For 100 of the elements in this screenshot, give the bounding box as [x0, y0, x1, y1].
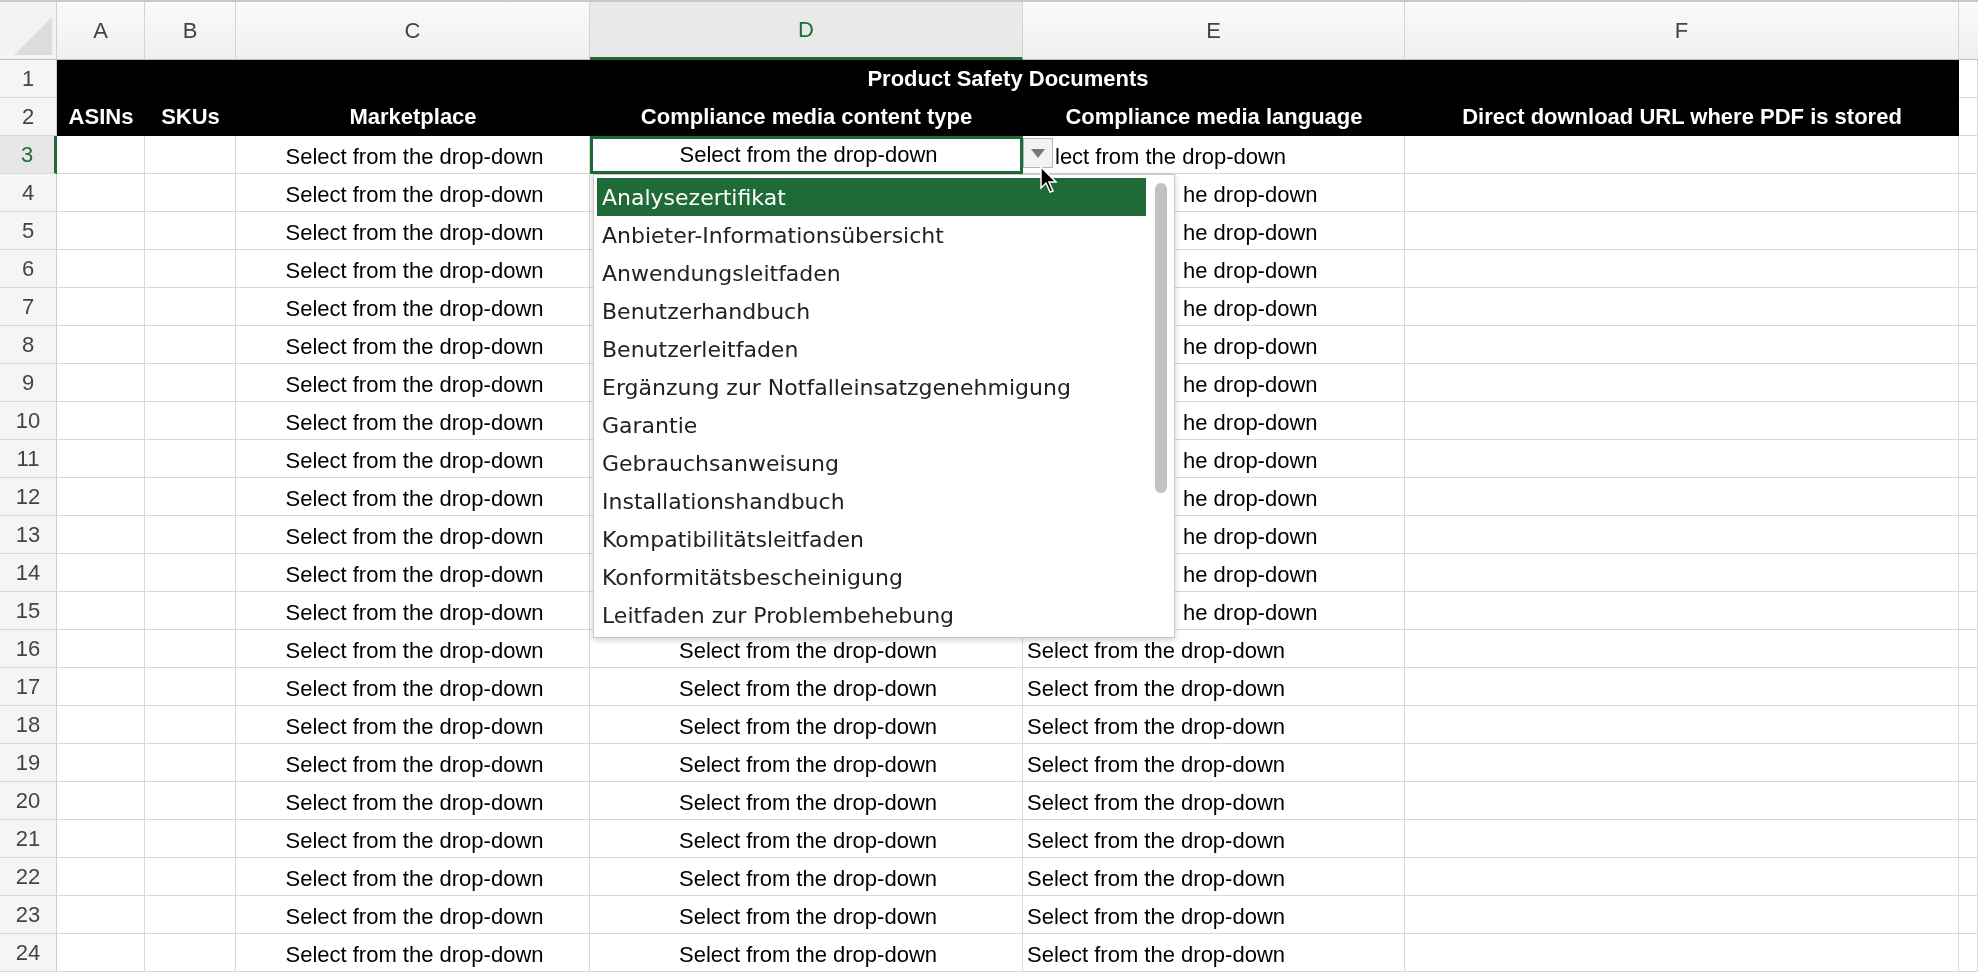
row-header[interactable]: 8: [0, 326, 57, 364]
table-cell: Select from the drop-down: [236, 174, 590, 212]
row-header[interactable]: 22: [0, 858, 57, 896]
column-header[interactable]: B: [145, 2, 236, 60]
table-cell: Select from the drop-down: [236, 288, 590, 326]
table-cell: Select from the drop-down: [590, 782, 1023, 820]
column-header[interactable]: [1959, 2, 1978, 60]
table-cell: [1959, 706, 1978, 744]
table-cell: [1959, 212, 1978, 250]
column-header[interactable]: D: [590, 2, 1023, 60]
table-cell: Select from the drop-down: [236, 782, 590, 820]
table-cell: [1959, 668, 1978, 706]
column-title: ASINs: [57, 98, 145, 136]
caret-icon: [1031, 148, 1045, 158]
table-cell: [1959, 934, 1978, 972]
table-cell: Select from the drop-down: [236, 212, 590, 250]
table-cell: [1959, 554, 1978, 592]
table-cell: [1959, 174, 1978, 212]
table-cell: [1959, 288, 1978, 326]
row-header[interactable]: 6: [0, 250, 57, 288]
scrollbar[interactable]: [1155, 183, 1167, 493]
table-cell: Select from the drop-down: [236, 706, 590, 744]
table-cell: [1959, 858, 1978, 896]
column-header[interactable]: F: [1405, 2, 1959, 60]
table-cell: Select from the drop-down: [236, 326, 590, 364]
table-cell: Select from the drop-down: [590, 934, 1023, 972]
row-header[interactable]: 20: [0, 782, 57, 820]
dropdown-option[interactable]: Analysezertifikat: [597, 178, 1146, 216]
column-title: Direct download URL where PDF is stored: [1405, 98, 1959, 136]
row-header[interactable]: 13: [0, 516, 57, 554]
table-cell: Select from the drop-down: [236, 934, 590, 972]
table-cell: Select from the drop-down: [1023, 820, 1405, 858]
row-header[interactable]: 14: [0, 554, 57, 592]
row-header[interactable]: 4: [0, 174, 57, 212]
column-title: SKUs: [145, 98, 236, 136]
table-cell: Select from the drop-down: [1023, 934, 1405, 972]
table-cell: Select from the drop-down: [590, 896, 1023, 934]
table-cell: [1959, 592, 1978, 630]
table-cell: [1959, 402, 1978, 440]
table-cell: Select from the drop-down: [1023, 744, 1405, 782]
row-header[interactable]: 11: [0, 440, 57, 478]
row-header[interactable]: 2: [0, 98, 57, 136]
table-cell: [1959, 744, 1978, 782]
row-header[interactable]: 15: [0, 592, 57, 630]
table-cell: Select from the drop-down: [236, 592, 590, 630]
table-cell: Select from the drop-down: [1023, 782, 1405, 820]
dropdown-button[interactable]: [1023, 138, 1053, 168]
table-cell: Select from the drop-down: [236, 858, 590, 896]
table-cell: Select from the drop-down: [1023, 858, 1405, 896]
table-cell: Select from the drop-down: [236, 554, 590, 592]
row-header[interactable]: 10: [0, 402, 57, 440]
column-title: Compliance media content type: [590, 98, 1023, 136]
row-header[interactable]: 24: [0, 934, 57, 972]
row-header[interactable]: 21: [0, 820, 57, 858]
row-header[interactable]: 5: [0, 212, 57, 250]
sheet-title: Product Safety Documents: [867, 66, 1149, 92]
active-cell[interactable]: Select from the drop-down: [590, 136, 1023, 174]
row-header[interactable]: 16: [0, 630, 57, 668]
row-header[interactable]: 17: [0, 668, 57, 706]
table-cell: [1959, 326, 1978, 364]
table-cell: [1959, 478, 1978, 516]
table-cell: Select from the drop-down: [236, 364, 590, 402]
column-header[interactable]: A: [57, 2, 145, 60]
row-header[interactable]: 19: [0, 744, 57, 782]
row-header[interactable]: 18: [0, 706, 57, 744]
table-cell: [1959, 98, 1978, 136]
table-cell: Select from the drop-down: [236, 250, 590, 288]
table-cell: Select from the drop-down: [1023, 896, 1405, 934]
column-header[interactable]: C: [236, 2, 590, 60]
table-cell: Select from the drop-down: [236, 136, 590, 174]
table-cell: [1959, 896, 1978, 934]
table-cell: Select from the drop-down: [236, 402, 590, 440]
column-title: Marketplace: [236, 98, 590, 136]
row-header[interactable]: 12: [0, 478, 57, 516]
row-header[interactable]: 9: [0, 364, 57, 402]
table-cell: [1959, 136, 1978, 174]
table-cell: [1959, 440, 1978, 478]
row-header[interactable]: 3: [0, 136, 57, 174]
column-header[interactable]: E: [1023, 2, 1405, 60]
table-cell: Select from the drop-down: [236, 478, 590, 516]
table-cell: [1959, 250, 1978, 288]
table-cell: [1959, 782, 1978, 820]
row-header[interactable]: 7: [0, 288, 57, 326]
table-cell: Select from the drop-down: [236, 440, 590, 478]
table-cell: [1959, 60, 1978, 98]
table-cell: Select from the drop-down: [1023, 706, 1405, 744]
table-cell: Select from the drop-down: [236, 744, 590, 782]
table-cell: Select from the drop-down: [590, 668, 1023, 706]
row-header[interactable]: 23: [0, 896, 57, 934]
table-cell: Select from the drop-down: [1023, 668, 1405, 706]
table-cell: Select from the drop-down: [236, 896, 590, 934]
table-cell: Select from the drop-down: [236, 668, 590, 706]
table-cell: [1959, 820, 1978, 858]
column-title: Compliance media language: [1023, 98, 1405, 136]
row-header[interactable]: 1: [0, 60, 57, 98]
table-cell: Select from the drop-down: [590, 744, 1023, 782]
table-cell: Select from the drop-down: [590, 820, 1023, 858]
table-cell: [1959, 516, 1978, 554]
table-cell: [1959, 630, 1978, 668]
table-cell: Select from the drop-down: [236, 630, 590, 668]
